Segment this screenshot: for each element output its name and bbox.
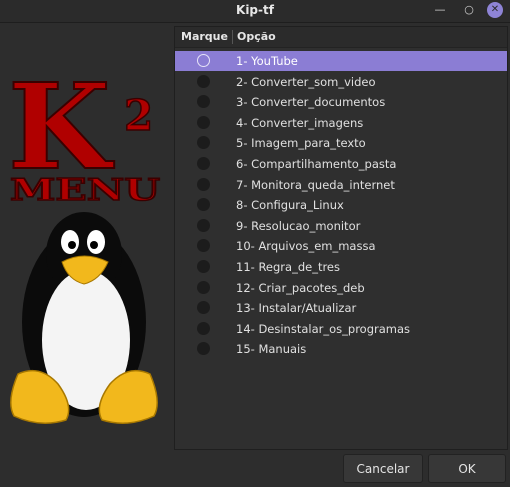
list-item-label: 13- Instalar/Atualizar <box>236 301 357 316</box>
list-item[interactable]: 2- Converter_som_video <box>175 72 507 92</box>
list-item-label: 1- YouTube <box>236 54 298 68</box>
list-item[interactable]: 3- Converter_documentos <box>175 92 507 112</box>
list-item-label: 5- Imagem_para_texto <box>236 136 366 151</box>
k2-menu-tux-logo: K 2 MENU <box>7 56 161 424</box>
list-item[interactable]: 13- Instalar/Atualizar <box>175 298 507 318</box>
list-item[interactable]: 11- Regra_de_tres <box>175 257 507 277</box>
radio-button[interactable] <box>197 157 210 170</box>
list-item-label: 15- Manuais <box>236 342 307 357</box>
list-item-label: 7- Monitora_queda_internet <box>236 177 395 192</box>
list-item[interactable]: 7- Monitora_queda_internet <box>175 175 507 195</box>
radio-button[interactable] <box>197 74 210 88</box>
list-item-label: 11- Regra_de_tres <box>236 260 340 274</box>
list-item[interactable]: 8- Configura_Linux <box>175 195 507 215</box>
list-item[interactable]: 10- Arquivos_em_massa <box>175 236 507 256</box>
options-list[interactable]: Marque Opção 1- YouTube 2- Converter_som_… <box>174 26 508 450</box>
radio-button[interactable] <box>197 136 210 150</box>
list-item[interactable]: 4- Converter_imagens <box>175 113 507 133</box>
list-item[interactable]: 1- YouTube <box>175 51 507 71</box>
list-item-label: 4- Converter_imagens <box>236 115 364 130</box>
radio-button[interactable] <box>197 321 210 335</box>
logo-superscript-text: 2 <box>124 91 153 140</box>
minimize-icon[interactable]: — <box>432 2 448 18</box>
list-item-label: 3- Converter_documentos <box>236 95 386 110</box>
list-item[interactable]: 9- Resolucao_monitor <box>175 216 507 236</box>
list-item[interactable]: 14- Desinstalar_os_programas <box>175 319 507 339</box>
list-item-label: 2- Converter_som_video <box>236 74 376 89</box>
column-header-opcao[interactable]: Opção <box>237 30 276 43</box>
cancel-button[interactable]: Cancelar <box>343 454 423 483</box>
radio-button[interactable] <box>197 95 210 109</box>
list-item-label: 9- Resolucao_monitor <box>236 218 361 233</box>
radio-button[interactable] <box>197 280 210 294</box>
logo-menu-text: MENU <box>10 173 160 208</box>
list-item-label: 14- Desinstalar_os_programas <box>236 321 411 336</box>
maximize-icon[interactable]: ○ <box>461 2 477 18</box>
list-item-label: 6- Compartilhamento_pasta <box>236 157 397 171</box>
list-item-label: 8- Configura_Linux <box>236 198 344 213</box>
k2-menu-logo: K 2 MENU <box>7 56 161 209</box>
radio-button[interactable] <box>197 342 210 356</box>
column-header-marque[interactable]: Marque <box>181 30 228 43</box>
radio-button[interactable] <box>197 177 210 191</box>
list-header: Marque Opção <box>175 27 507 48</box>
close-icon[interactable]: ✕ <box>487 2 503 18</box>
radio-button[interactable] <box>197 115 210 129</box>
list-item-label: 12- Criar_pacotes_deb <box>236 280 365 295</box>
radio-button[interactable] <box>197 54 210 67</box>
radio-button[interactable] <box>197 301 210 315</box>
list-item-label: 10- Arquivos_em_massa <box>236 239 376 254</box>
ok-button[interactable]: OK <box>428 454 506 483</box>
list-item[interactable]: 6- Compartilhamento_pasta <box>175 154 507 174</box>
radio-button[interactable] <box>197 198 210 212</box>
column-separator <box>232 30 233 44</box>
list-item[interactable]: 15- Manuais <box>175 339 507 359</box>
tux-penguin-icon <box>10 212 158 424</box>
radio-button[interactable] <box>197 218 210 232</box>
list-item[interactable]: 5- Imagem_para_texto <box>175 133 507 153</box>
radio-button[interactable] <box>197 239 210 253</box>
title-bar[interactable]: Kip-tf — ○ ✕ <box>0 0 510 23</box>
radio-button[interactable] <box>197 260 210 273</box>
list-item[interactable]: 12- Criar_pacotes_deb <box>175 278 507 298</box>
